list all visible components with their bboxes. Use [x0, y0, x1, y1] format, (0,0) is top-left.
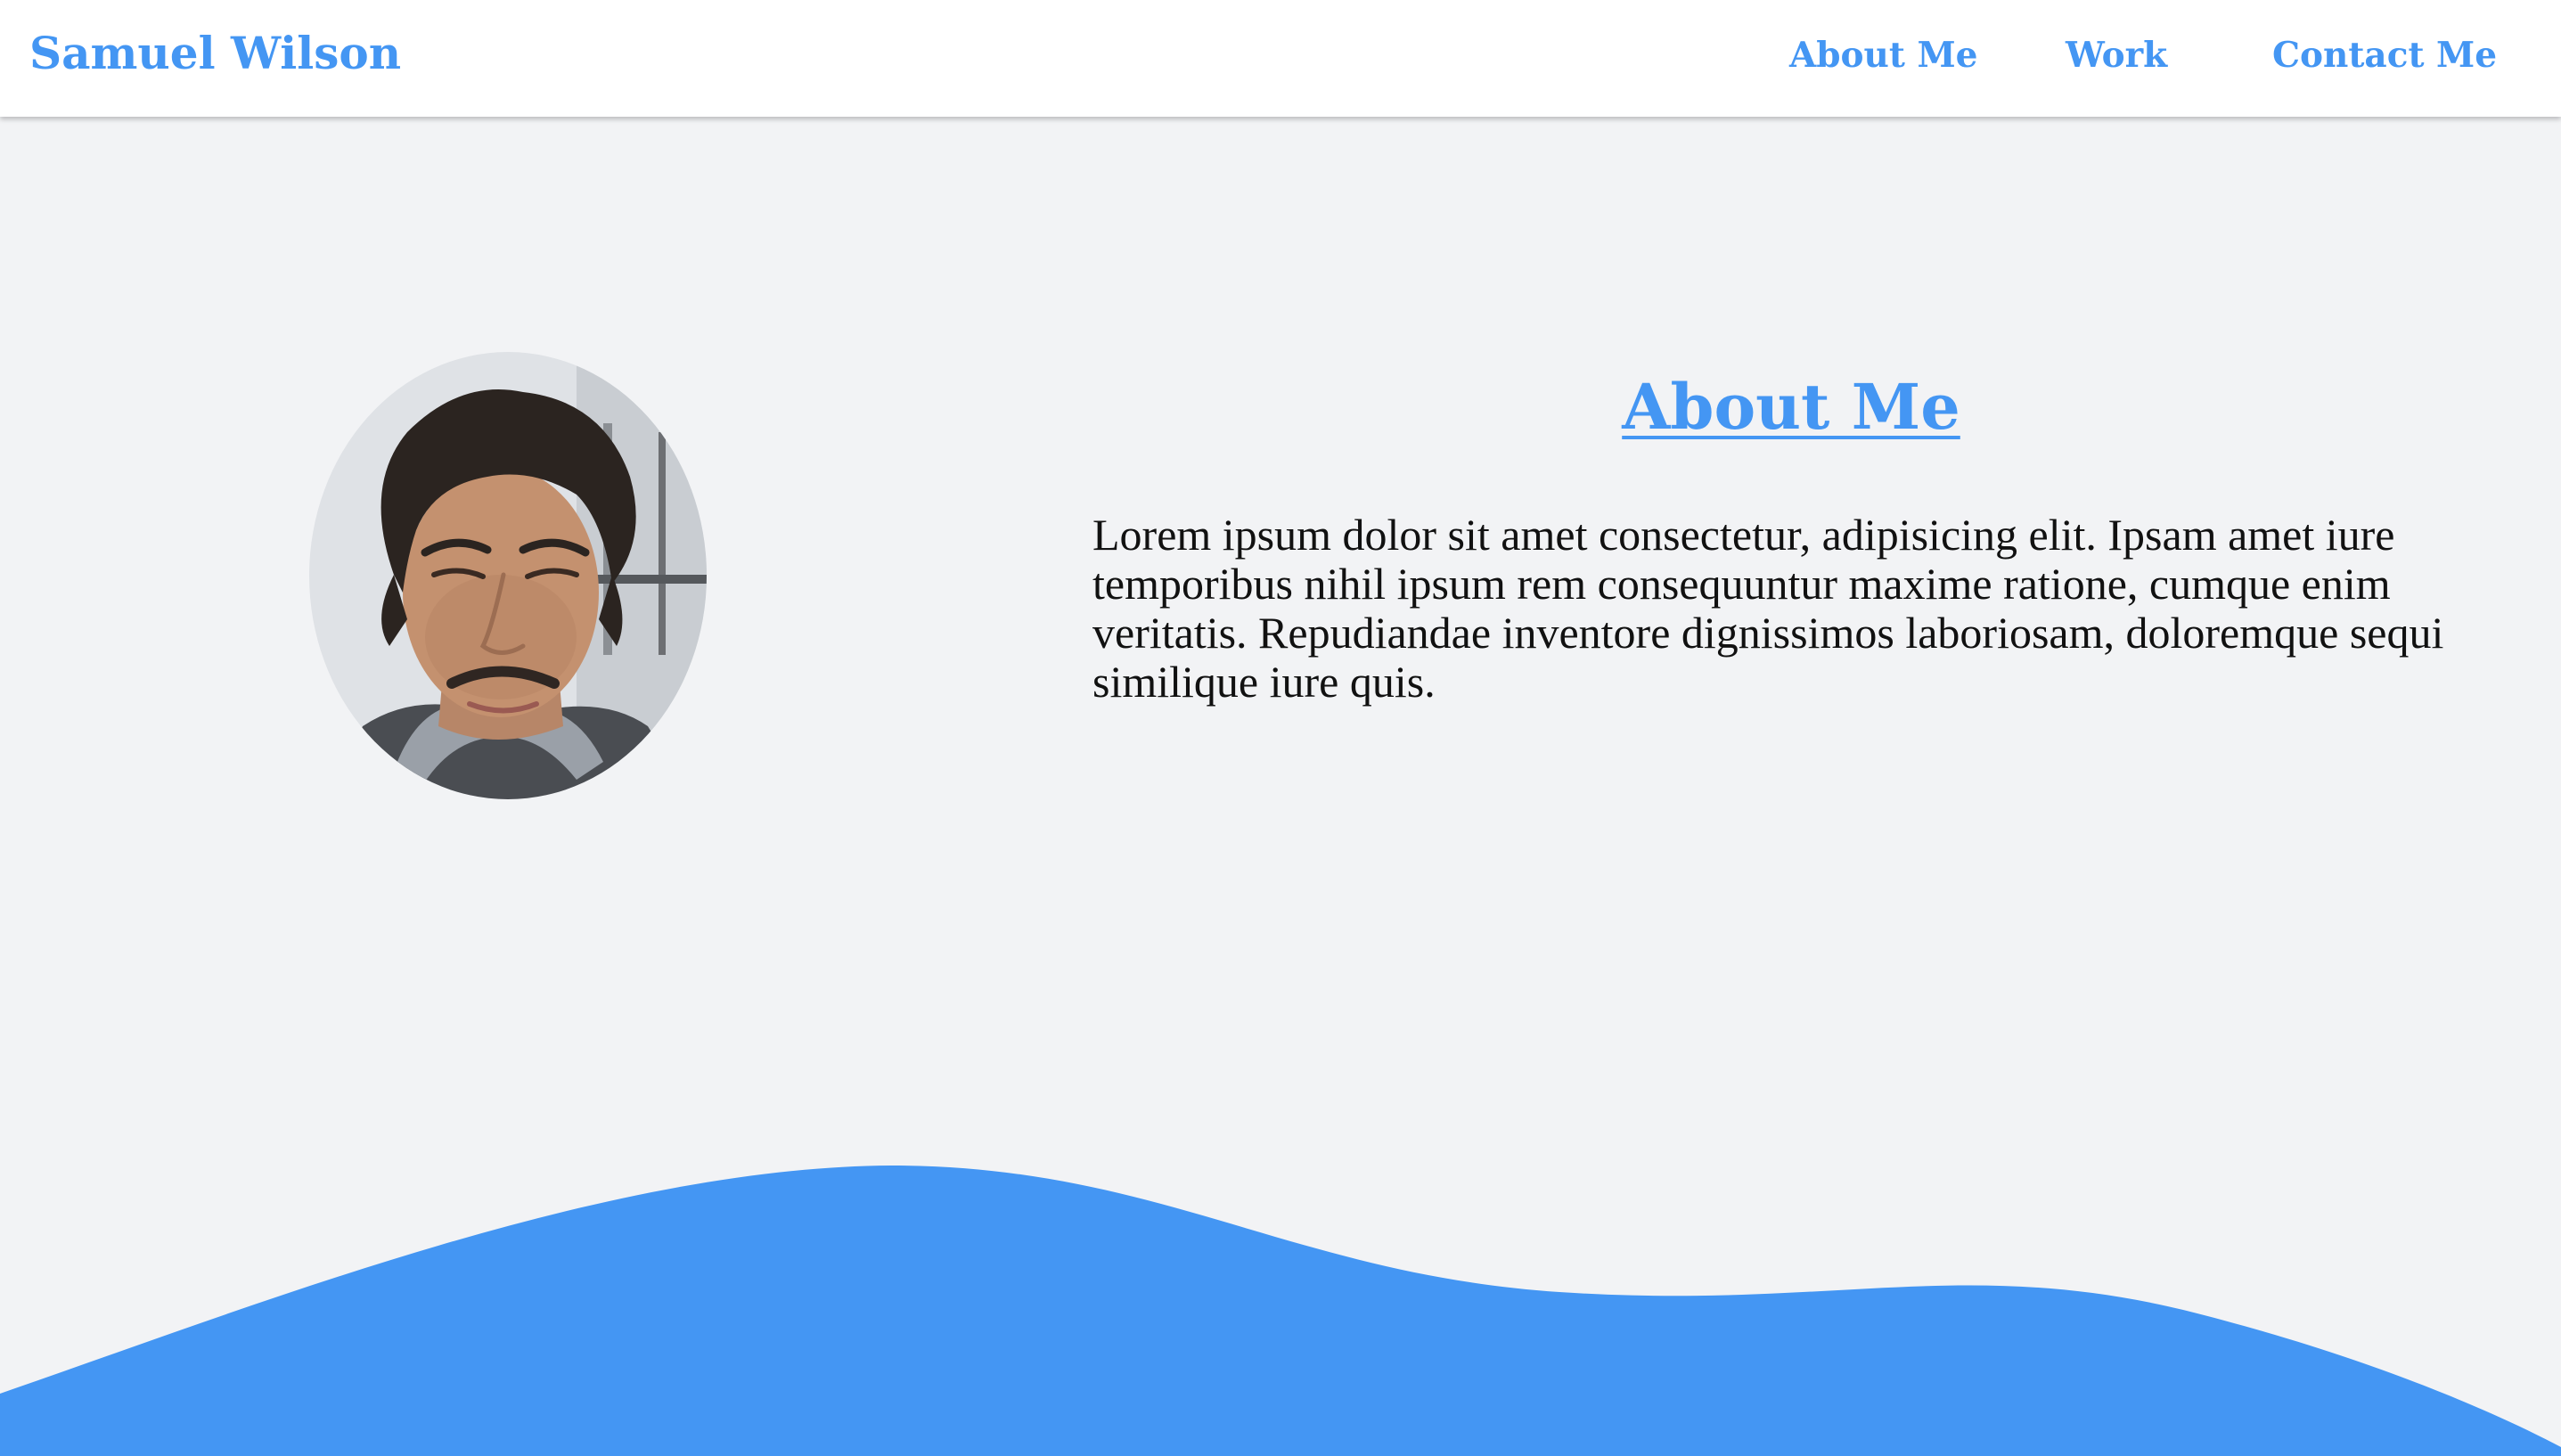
brand-name-link[interactable]: Samuel Wilson [29, 27, 401, 79]
top-navbar: Samuel Wilson About Me Work Contact Me [0, 0, 2561, 117]
nav-link-about-me[interactable]: About Me [1789, 35, 1977, 76]
profile-photo-illustration [309, 352, 707, 799]
decorative-wave [0, 1166, 2561, 1456]
section-title: About Me [1622, 370, 1960, 444]
profile-photo [309, 352, 707, 799]
portfolio-page: Samuel Wilson About Me Work Contact Me A… [0, 0, 2561, 1456]
about-paragraph: Lorem ipsum dolor sit amet consectetur, … [1092, 510, 2444, 707]
nav-link-work[interactable]: Work [2066, 35, 2167, 76]
nav-link-contact-me[interactable]: Contact Me [2272, 35, 2497, 76]
